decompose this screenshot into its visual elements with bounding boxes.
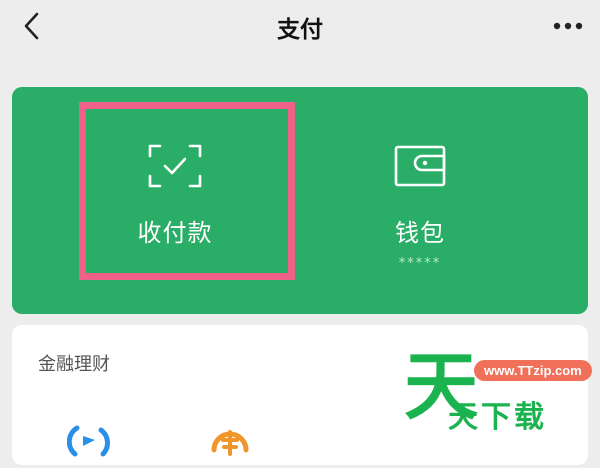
wallet-balance-masked: ***** <box>398 256 442 271</box>
finance-item[interactable] <box>208 420 252 464</box>
finance-section: 金融理财 <box>12 325 588 465</box>
fund-coin-icon <box>211 430 249 456</box>
page-title: 支付 <box>277 17 323 43</box>
finance-item[interactable] <box>66 420 111 464</box>
pay-receive-label: 收付款 <box>137 219 213 247</box>
scan-check-icon <box>148 144 202 188</box>
wealth-arrows-icon <box>66 425 110 457</box>
wallet-label: 钱包 <box>395 219 445 247</box>
wallet-icon <box>394 145 446 187</box>
nav-bar: 支付 <box>0 0 600 52</box>
wallet-button[interactable]: 钱包 ***** <box>320 87 520 314</box>
pay-receive-button[interactable]: 收付款 <box>70 87 280 314</box>
more-button[interactable] <box>548 10 588 42</box>
more-dots-icon <box>553 22 583 30</box>
finance-title: 金融理财 <box>38 354 110 375</box>
